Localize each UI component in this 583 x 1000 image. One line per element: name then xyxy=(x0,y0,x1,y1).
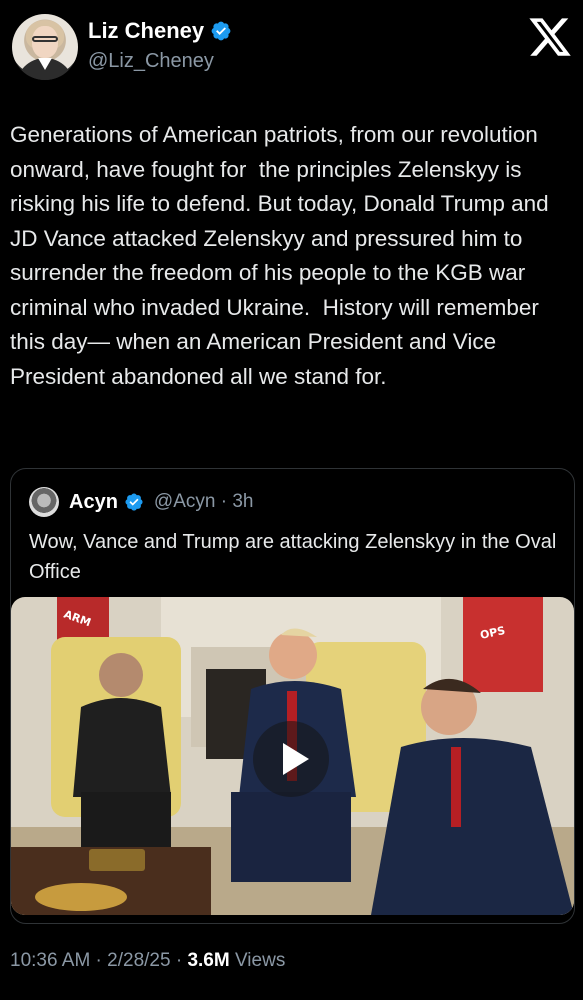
tweet-timestamp[interactable]: 10:36 AM · 2/28/25 · xyxy=(10,950,187,971)
play-button[interactable] xyxy=(253,721,329,797)
quoted-tweet-text: Wow, Vance and Trump are attacking Zelen… xyxy=(29,531,557,583)
tweet-header: Liz Cheney @Liz_Cheney xyxy=(8,10,575,86)
quoted-author-name[interactable]: Acyn xyxy=(69,491,118,514)
tweet-meta: 10:36 AM · 2/28/25 · 3.6M Views xyxy=(10,950,285,972)
author-avatar[interactable] xyxy=(12,14,78,80)
author-handle[interactable]: @Liz_Cheney xyxy=(88,50,214,73)
play-icon xyxy=(283,743,309,775)
quoted-author-avatar[interactable] xyxy=(29,487,59,517)
quoted-tweet[interactable]: Acyn @Acyn · 3h Wow, Vance and Trump are… xyxy=(10,468,575,924)
x-logo-icon[interactable] xyxy=(527,14,573,60)
author-name-row: Liz Cheney xyxy=(88,18,232,44)
views-label: Views xyxy=(229,950,286,971)
quoted-author-handle-time[interactable]: @Acyn · 3h xyxy=(154,491,254,513)
author-display-name[interactable]: Liz Cheney xyxy=(88,18,204,44)
tweet-text: Generations of American patriots, from o… xyxy=(10,122,555,389)
verified-badge-icon xyxy=(211,21,231,41)
quoted-tweet-header: Acyn @Acyn · 3h xyxy=(29,487,253,517)
views-count[interactable]: 3.6M xyxy=(187,950,229,971)
video-thumbnail[interactable]: ARM OPS xyxy=(11,597,574,915)
verified-badge-icon xyxy=(125,493,143,511)
